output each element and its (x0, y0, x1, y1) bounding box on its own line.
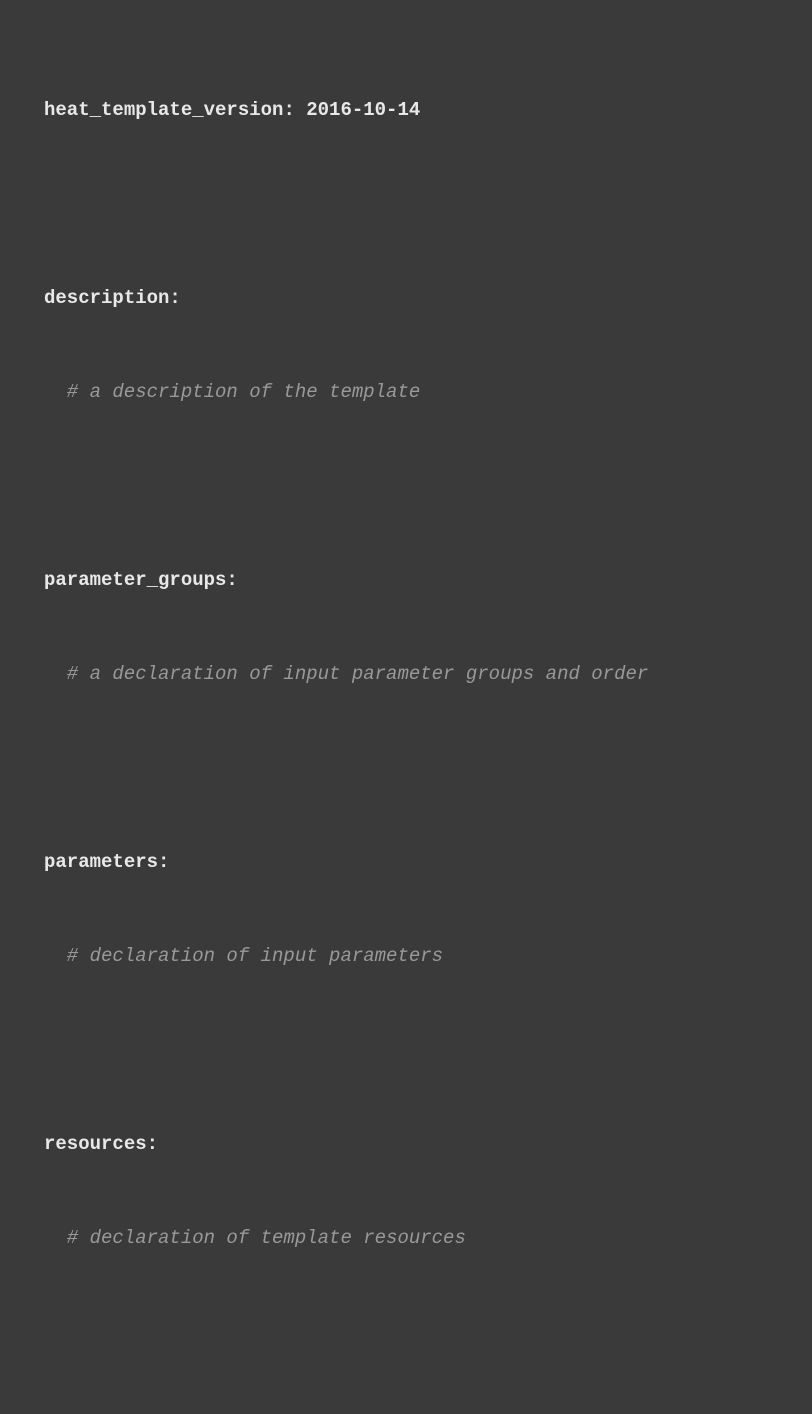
code-line: # a declaration of input parameter group… (44, 659, 768, 690)
yaml-comment: # a description of the template (67, 381, 420, 403)
yaml-key: parameters: (44, 851, 169, 873)
yaml-comment: # a declaration of input parameter group… (67, 663, 649, 685)
code-line: outputs: (44, 1411, 768, 1414)
blank-line (44, 1317, 768, 1348)
code-line: heat_template_version: 2016-10-14 (44, 95, 768, 126)
blank-line (44, 471, 768, 502)
code-line: description: (44, 283, 768, 314)
yaml-code-block: heat_template_version: 2016-10-14 descri… (44, 32, 768, 1414)
code-line: # declaration of template resources (44, 1223, 768, 1254)
code-line: parameter_groups: (44, 565, 768, 596)
yaml-key: description: (44, 287, 181, 309)
code-line: # declaration of input parameters (44, 941, 768, 972)
code-line: parameters: (44, 847, 768, 878)
yaml-value: 2016-10-14 (295, 99, 420, 121)
blank-line (44, 1035, 768, 1066)
yaml-key: resources: (44, 1133, 158, 1155)
yaml-key: parameter_groups: (44, 569, 238, 591)
code-line: resources: (44, 1129, 768, 1160)
blank-line (44, 189, 768, 220)
code-line: # a description of the template (44, 377, 768, 408)
yaml-comment: # declaration of template resources (67, 1227, 466, 1249)
yaml-key: heat_template_version: (44, 99, 295, 121)
blank-line (44, 753, 768, 784)
yaml-comment: # declaration of input parameters (67, 945, 443, 967)
